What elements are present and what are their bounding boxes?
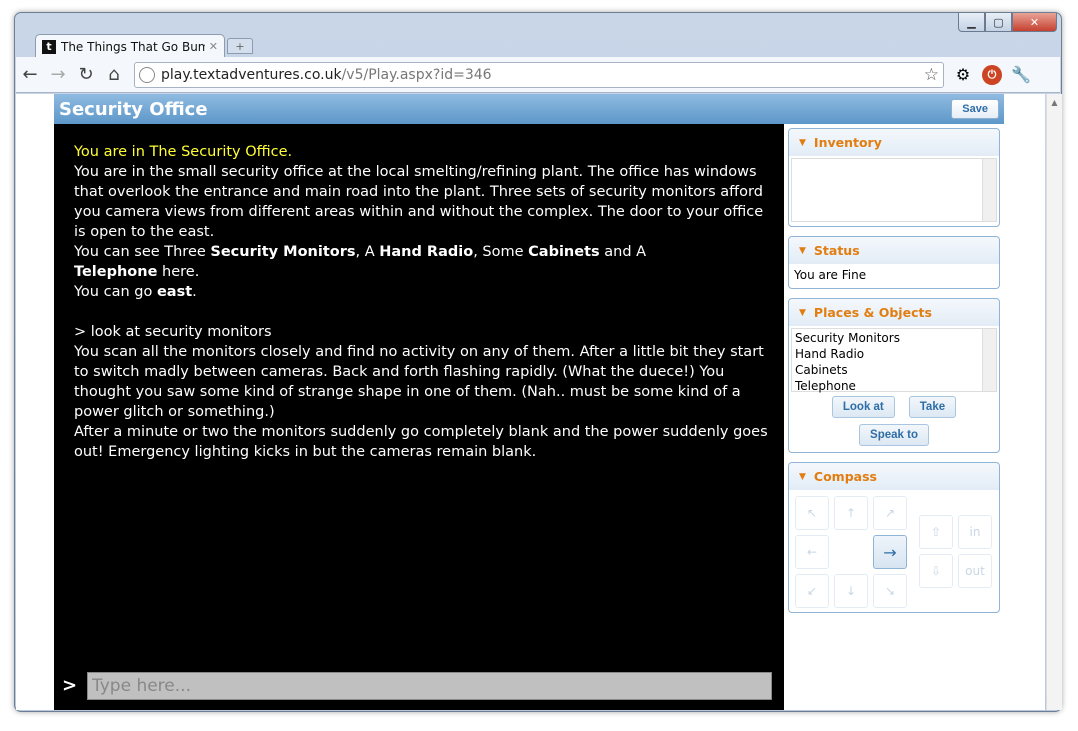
reload-icon[interactable]: ↻ — [72, 61, 100, 89]
compass-west-button[interactable]: ← — [795, 535, 829, 569]
command-input-row: > — [62, 672, 772, 700]
places-panel: ▼ Places & Objects Security Monitors Han… — [788, 298, 1000, 453]
compass: ↖ ↑ ↗ ← → ↙ ↓ ↘ ⇧ in ⇩ out — [789, 490, 999, 612]
maximize-button[interactable]: ▢ — [985, 13, 1012, 32]
extension-gear-icon[interactable]: ⚙ — [952, 64, 974, 86]
visible-objects-line: You can see Three Security Monitors, A H… — [74, 244, 647, 280]
tab-title: The Things That Go Bump I — [61, 39, 205, 54]
response-text: You scan all the monitors closely and fi… — [74, 344, 764, 420]
sidebar: ▼ Inventory ▼ Status You are Fine ▼ Plac… — [784, 124, 1004, 710]
inventory-panel: ▼ Inventory — [788, 128, 1000, 227]
address-bar[interactable]: play.textadventures.co.uk/v5/Play.aspx?i… — [134, 61, 944, 88]
page-scrollbar[interactable]: ▲ — [1046, 94, 1062, 710]
bookmark-star-icon[interactable]: ☆ — [924, 65, 939, 85]
prompt-symbol: > — [62, 675, 78, 696]
list-item[interactable]: Security Monitors — [795, 330, 993, 346]
compass-in-button[interactable]: in — [958, 515, 992, 549]
compass-down-button[interactable]: ⇩ — [919, 554, 953, 588]
compass-east-button[interactable]: → — [873, 535, 907, 569]
caret-down-icon: ▼ — [799, 245, 806, 256]
page-viewport: Security Office Save You are in The Secu… — [16, 94, 1045, 710]
compass-northeast-button[interactable]: ↗ — [873, 496, 907, 530]
places-list[interactable]: Security Monitors Hand Radio Cabinets Te… — [791, 328, 997, 394]
look-at-button[interactable]: Look at — [831, 396, 895, 418]
extension-stop-icon[interactable]: ⏻ — [982, 64, 1002, 85]
tab-close-icon[interactable]: ✕ — [209, 40, 218, 53]
object-link[interactable]: Cabinets — [528, 244, 600, 260]
room-description: You are in the small security office at … — [74, 164, 764, 240]
url-host: play.textadventures.co.uk — [161, 66, 342, 83]
browser-window: ▁ ▢ ✕ t The Things That Go Bump I ✕ + ← … — [14, 12, 1062, 712]
game-output: You are in The Security Office. You are … — [54, 124, 784, 710]
minimize-button[interactable]: ▁ — [958, 13, 985, 32]
compass-north-button[interactable]: ↑ — [834, 496, 868, 530]
list-item[interactable]: Hand Radio — [795, 346, 993, 362]
output-text: You are in The Security Office. You are … — [74, 142, 776, 462]
inventory-header[interactable]: ▼ Inventory — [789, 129, 999, 156]
game-container: Security Office Save You are in The Secu… — [54, 94, 1004, 710]
command-input[interactable] — [87, 672, 772, 700]
command-echo: > look at security monitors — [74, 324, 272, 340]
compass-northwest-button[interactable]: ↖ — [795, 496, 829, 530]
compass-header[interactable]: ▼ Compass — [789, 463, 999, 490]
caret-down-icon: ▼ — [799, 137, 806, 148]
new-tab-button[interactable]: + — [227, 38, 253, 54]
list-scrollbar[interactable] — [982, 159, 996, 221]
exit-link[interactable]: east — [157, 284, 192, 300]
back-icon[interactable]: ← — [16, 61, 44, 89]
globe-icon — [139, 66, 155, 83]
object-link[interactable]: Security Monitors — [210, 244, 355, 260]
forward-icon[interactable]: → — [44, 61, 72, 89]
object-link[interactable]: Telephone — [74, 264, 157, 280]
places-header[interactable]: ▼ Places & Objects — [789, 299, 999, 326]
game-header: Security Office Save — [54, 94, 1004, 124]
exits-line: You can go east. — [74, 284, 197, 300]
compass-up-button[interactable]: ⇧ — [919, 515, 953, 549]
caret-down-icon: ▼ — [799, 307, 806, 318]
site-favicon-icon: t — [42, 39, 56, 54]
caret-down-icon: ▼ — [799, 471, 806, 482]
room-title: Security Office — [59, 98, 208, 120]
take-button[interactable]: Take — [908, 396, 957, 418]
compass-panel: ▼ Compass ↖ ↑ ↗ ← → ↙ ↓ ↘ ⇧ in ⇩ out — [788, 462, 1000, 613]
inventory-list[interactable] — [791, 158, 997, 222]
save-button[interactable]: Save — [951, 99, 999, 119]
window-controls: ▁ ▢ ✕ — [958, 13, 1057, 32]
compass-southeast-button[interactable]: ↘ — [873, 574, 907, 608]
url-path: /v5/Play.aspx?id=346 — [341, 66, 492, 83]
scroll-up-icon[interactable]: ▲ — [1047, 94, 1062, 110]
location-line: You are in The Security Office. — [74, 144, 293, 160]
wrench-icon[interactable]: 🔧 — [1010, 64, 1032, 86]
browser-tab[interactable]: t The Things That Go Bump I ✕ — [35, 34, 225, 58]
list-scrollbar[interactable] — [982, 329, 996, 391]
speak-to-button[interactable]: Speak to — [859, 424, 929, 446]
compass-south-button[interactable]: ↓ — [834, 574, 868, 608]
home-icon[interactable]: ⌂ — [100, 61, 128, 89]
list-item[interactable]: Cabinets — [795, 362, 993, 378]
compass-out-button[interactable]: out — [958, 554, 992, 588]
status-panel: ▼ Status You are Fine — [788, 236, 1000, 289]
object-link[interactable]: Hand Radio — [379, 244, 473, 260]
browser-toolbar: ← → ↻ ⌂ play.textadventures.co.uk/v5/Pla… — [16, 57, 1060, 93]
response-text: After a minute or two the monitors sudde… — [74, 424, 768, 460]
status-text: You are Fine — [794, 268, 867, 282]
list-item[interactable]: Telephone — [795, 378, 993, 394]
status-header[interactable]: ▼ Status — [789, 237, 999, 264]
close-window-button[interactable]: ✕ — [1012, 13, 1057, 32]
compass-southwest-button[interactable]: ↙ — [795, 574, 829, 608]
